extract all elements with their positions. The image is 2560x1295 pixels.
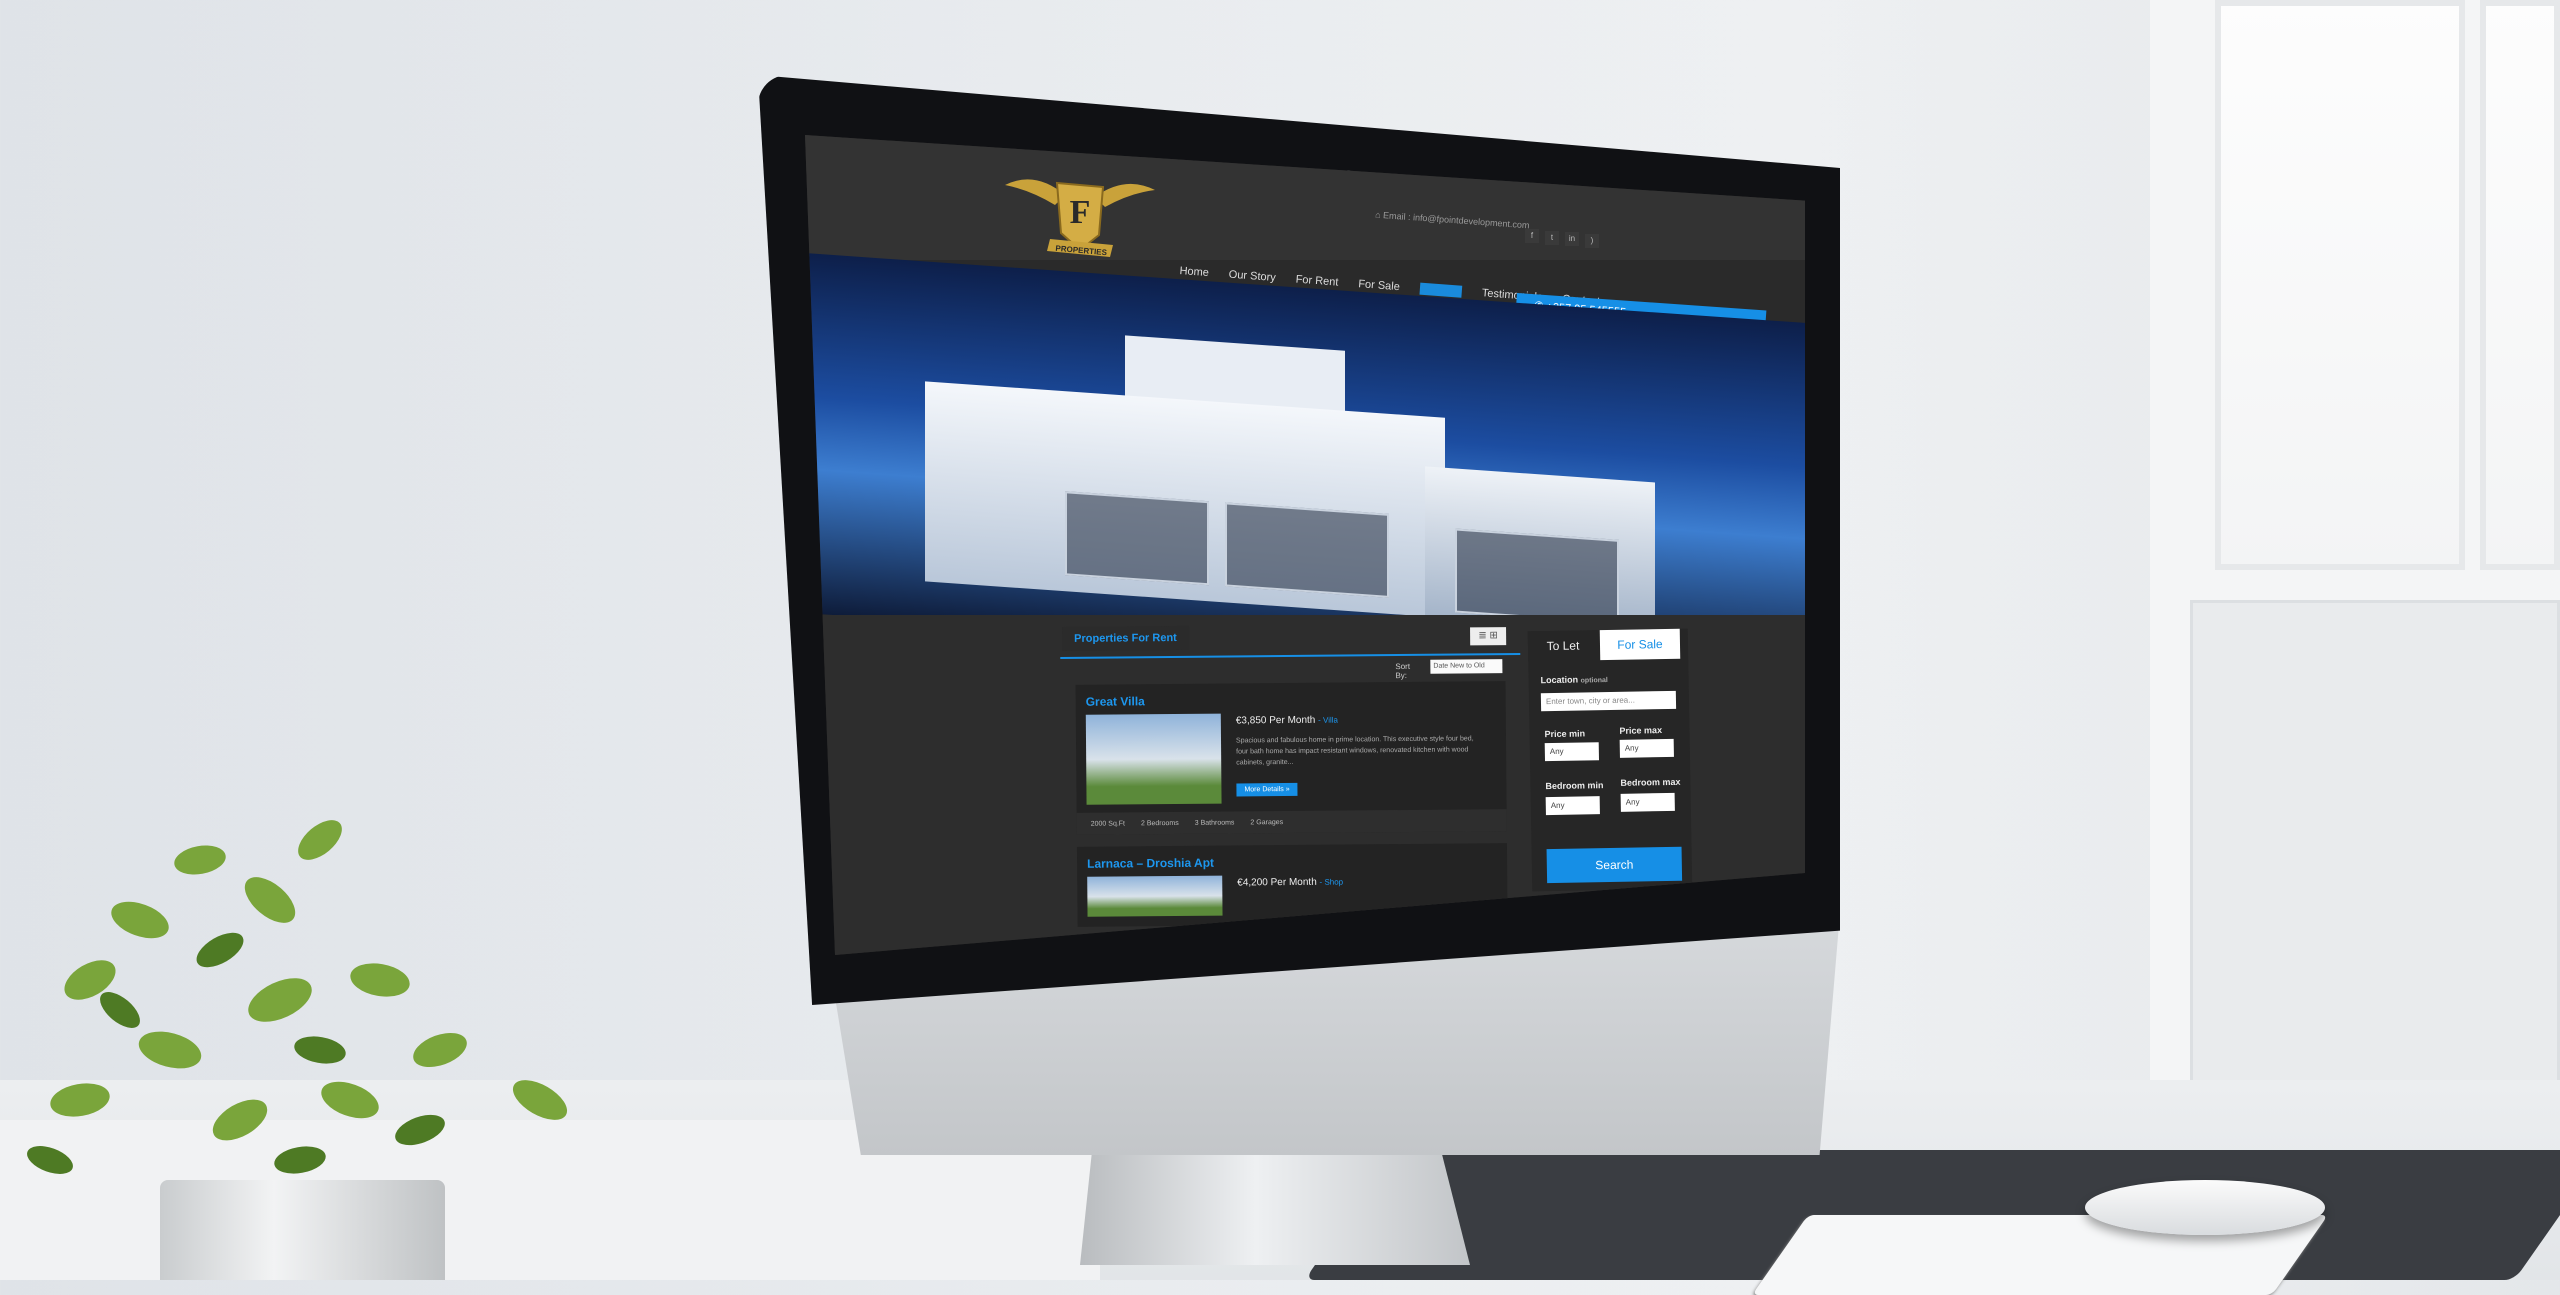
- card-price: €4,200 Per Month - Shop: [1237, 876, 1344, 889]
- sort-select[interactable]: Date New to Old: [1430, 659, 1503, 674]
- card-title[interactable]: Great Villa: [1086, 694, 1145, 709]
- tab-for-sale[interactable]: For Sale: [1599, 628, 1681, 661]
- view-toggle[interactable]: ≣ ⊞: [1470, 627, 1507, 646]
- card-description: Spacious and fabulous home in prime loca…: [1235, 735, 1474, 767]
- nav-our-story[interactable]: Our Story: [1228, 269, 1276, 284]
- plant-pot: [160, 1180, 445, 1280]
- logo-letter: F: [1070, 194, 1091, 231]
- bedroom-max-select[interactable]: Any: [1620, 792, 1675, 812]
- potted-plant: [27, 820, 568, 1174]
- nav-home[interactable]: Home: [1179, 265, 1209, 279]
- tab-properties-for-rent[interactable]: Properties For Rent: [1062, 625, 1189, 651]
- price-max-label: Price max: [1619, 725, 1663, 736]
- card-price: €3,850 Per Month - Villa: [1235, 714, 1339, 727]
- website-screen: F PROPERTIES ⌂ Email : info@fpointdevelo…: [805, 135, 1805, 955]
- linkedin-icon[interactable]: in: [1565, 232, 1579, 246]
- garages-feature: 2 Garages: [1250, 818, 1284, 826]
- facebook-icon[interactable]: f: [1525, 229, 1539, 243]
- sort-label: Sort By:: [1395, 661, 1411, 681]
- bedroom-min-select[interactable]: Any: [1545, 796, 1600, 816]
- bedroom-max-label: Bedroom max: [1620, 776, 1681, 788]
- bedrooms-feature: 2 Bedrooms: [1140, 819, 1179, 827]
- nav-for-rent[interactable]: For Rent: [1295, 274, 1339, 289]
- house-window: [1225, 502, 1389, 598]
- property-card: Great Villa €3,850 Per Month - Villa Spa…: [1075, 681, 1507, 835]
- price-max-select[interactable]: Any: [1619, 738, 1674, 758]
- listing-tabhead: Properties For Rent ≣ ⊞: [1060, 620, 1521, 659]
- search-panel: To Let For Sale Location optional Enter …: [1527, 628, 1693, 892]
- house-window: [1065, 491, 1209, 586]
- card-thumbnail[interactable]: [1085, 713, 1222, 805]
- window-pane: [2215, 0, 2465, 570]
- price-min-select[interactable]: Any: [1544, 742, 1600, 762]
- mouse: [2085, 1180, 2325, 1235]
- price-min-label: Price min: [1544, 728, 1586, 740]
- nav-for-sale[interactable]: For Sale: [1358, 278, 1400, 293]
- area-feature: 2000 Sq.Ft: [1090, 819, 1126, 828]
- more-details-button[interactable]: More Details »: [1236, 782, 1298, 797]
- search-button[interactable]: Search: [1546, 846, 1683, 884]
- card-features: 2000 Sq.Ft 2 Bedrooms 3 Bathrooms 2 Gara…: [1076, 809, 1507, 835]
- window-pane: [2480, 0, 2560, 570]
- tab-to-let[interactable]: To Let: [1527, 630, 1599, 662]
- bathrooms-feature: 3 Bathrooms: [1194, 818, 1235, 827]
- twitter-icon[interactable]: t: [1545, 231, 1559, 245]
- bedroom-min-label: Bedroom min: [1545, 780, 1604, 792]
- site-logo[interactable]: F PROPERTIES: [995, 165, 1165, 265]
- card-title[interactable]: Larnaca – Droshia Apt: [1087, 856, 1214, 871]
- house-window: [1455, 528, 1619, 624]
- rss-icon[interactable]: ): [1585, 234, 1599, 248]
- location-label: Location optional: [1540, 674, 1608, 686]
- location-input[interactable]: Enter town, city or area...: [1540, 690, 1677, 712]
- card-thumbnail[interactable]: [1087, 875, 1223, 917]
